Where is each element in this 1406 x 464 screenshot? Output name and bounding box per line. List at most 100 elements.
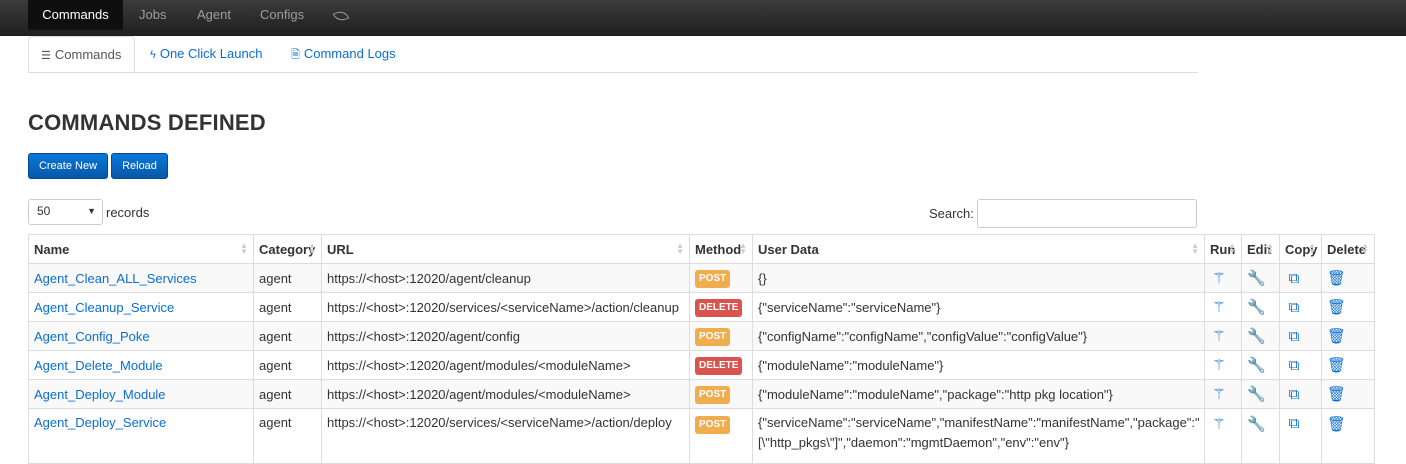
file-icon: 🗎 <box>291 49 300 61</box>
command-name-link[interactable]: Agent_Deploy_Module <box>34 387 166 402</box>
cell-category: agent <box>253 263 322 293</box>
cell-category: agent <box>253 321 322 351</box>
sort-icon: ▲ ▼ <box>240 241 248 256</box>
header-category[interactable]: Category ▲ ▼ <box>253 234 322 264</box>
table-row: Agent_Clean_ALL_Services agent https://<ho… <box>28 263 1375 293</box>
sort-icon: ▲ ▼ <box>739 241 747 256</box>
edit-wrench-icon[interactable]: 🔧 <box>1247 356 1266 374</box>
cell-user-data: {"serviceName":"serviceName","manifestNa… <box>752 408 1205 464</box>
tab-command-logs-label: Command Logs <box>303 46 396 61</box>
nav-jobs[interactable]: Jobs <box>139 0 166 30</box>
copy-icon[interactable]: ⧉ <box>1285 328 1303 345</box>
cell-copy: ⧉ <box>1279 321 1322 351</box>
copy-icon[interactable]: ⧉ <box>1285 386 1303 403</box>
header-url[interactable]: URL ▲ ▼ <box>321 234 690 264</box>
cell-method: POST <box>689 263 753 293</box>
sort-icon: ▲ ▼ <box>1191 241 1199 256</box>
command-name-link[interactable]: Agent_Cleanup_Service <box>34 300 174 315</box>
command-name-link[interactable]: Agent_Clean_ALL_Services <box>34 271 197 286</box>
trash-icon[interactable]: 🗑 <box>1327 269 1346 287</box>
cell-edit: 🔧 <box>1241 263 1280 293</box>
tab-one-click-launch[interactable]: ϟ One Click Launch <box>150 36 262 72</box>
list-icon: ☰ <box>41 50 51 62</box>
cell-delete: 🗑 <box>1321 292 1375 322</box>
command-name-link[interactable]: Agent_Delete_Module <box>34 358 163 373</box>
cell-delete: 🗑 <box>1321 350 1375 380</box>
tab-one-click-launch-label: One Click Launch <box>159 46 263 61</box>
search-label: Search: <box>929 206 974 221</box>
header-method[interactable]: Method ▲ ▼ <box>689 234 753 264</box>
trash-icon[interactable]: 🗑 <box>1327 356 1346 374</box>
edit-wrench-icon[interactable]: 🔧 <box>1247 415 1266 433</box>
method-badge: DELETE <box>695 356 743 375</box>
table-header-row: Name ▲ ▼ Category ▲ ▼ URL ▲ ▼ Method ▲ ▼ User Da… <box>28 234 1375 264</box>
header-name[interactable]: Name ▲ ▼ <box>28 234 254 264</box>
header-delete[interactable]: Delete ▲ ▼ <box>1321 234 1375 264</box>
command-name-link[interactable]: Agent_Config_Poke <box>34 329 150 344</box>
cell-copy: ⧉ <box>1279 350 1322 380</box>
run-wand-icon[interactable]: ⚚ <box>1210 415 1228 433</box>
cell-run: ⚚ <box>1204 408 1242 464</box>
copy-icon[interactable]: ⧉ <box>1285 357 1303 374</box>
table-row: Agent_Deploy_Service agent https://<host>:… <box>28 408 1375 464</box>
command-name-link[interactable]: Agent_Deploy_Service <box>34 415 166 430</box>
header-copy[interactable]: Copy ▲ ▼ <box>1279 234 1322 264</box>
cell-copy: ⧉ <box>1279 292 1322 322</box>
nav-configs[interactable]: Configs <box>260 0 304 30</box>
cell-method: DELETE <box>689 292 753 322</box>
copy-icon[interactable]: ⧉ <box>1285 299 1303 316</box>
method-badge: POST <box>695 385 731 404</box>
copy-icon[interactable]: ⧉ <box>1285 270 1303 287</box>
table-row: Agent_Cleanup_Service agent https://<host>… <box>28 292 1375 322</box>
search-input[interactable] <box>977 199 1197 228</box>
cell-method: POST <box>689 379 753 409</box>
run-wand-icon[interactable]: ⚚ <box>1210 327 1228 345</box>
run-wand-icon[interactable]: ⚚ <box>1210 356 1228 374</box>
edit-wrench-icon[interactable]: 🔧 <box>1247 327 1266 345</box>
bolt-icon: ϟ <box>150 49 156 61</box>
cell-url: https://<host>:12020/agent/config <box>321 321 690 351</box>
sort-icon: ▲ ▼ <box>1361 241 1369 256</box>
page-size-select[interactable]: 50 ▼ <box>28 199 103 225</box>
cell-name: Agent_Cleanup_Service <box>28 292 254 322</box>
cell-run: ⚚ <box>1204 350 1242 380</box>
cell-run: ⚚ <box>1204 321 1242 351</box>
cell-url: https://<host>:12020/services/<serviceNa… <box>321 292 690 322</box>
cell-url: https://<host>:12020/services/<serviceNa… <box>321 408 690 464</box>
records-label: records <box>106 205 150 220</box>
cell-category: agent <box>253 350 322 380</box>
edit-wrench-icon[interactable]: 🔧 <box>1247 269 1266 287</box>
trash-icon[interactable]: 🗑 <box>1327 298 1346 316</box>
cell-method: POST <box>689 321 753 351</box>
edit-wrench-icon[interactable]: 🔧 <box>1247 298 1266 316</box>
tab-command-logs[interactable]: 🗎 Command Logs <box>291 36 396 72</box>
cell-method: DELETE <box>689 350 753 380</box>
run-wand-icon[interactable]: ⚚ <box>1210 269 1228 287</box>
cell-delete: 🗑 <box>1321 379 1375 409</box>
trash-icon[interactable]: 🗑 <box>1327 327 1346 345</box>
create-new-button[interactable]: Create New <box>28 153 108 179</box>
cell-run: ⚚ <box>1204 263 1242 293</box>
top-navbar: Commands Jobs Agent Configs <box>0 0 1406 36</box>
cell-method: POST <box>689 408 753 464</box>
run-wand-icon[interactable]: ⚚ <box>1210 385 1228 403</box>
copy-icon[interactable]: ⧉ <box>1285 415 1303 432</box>
cell-copy: ⧉ <box>1279 263 1322 293</box>
nav-agent[interactable]: Agent <box>197 0 231 30</box>
page-title: COMMANDS DEFINED <box>28 110 266 135</box>
trash-icon[interactable]: 🗑 <box>1327 415 1346 433</box>
cell-user-data: {"serviceName":"serviceName"} <box>752 292 1205 322</box>
header-edit[interactable]: Edit ▲ ▼ <box>1241 234 1280 264</box>
trash-icon[interactable]: 🗑 <box>1327 385 1346 403</box>
header-user-data[interactable]: User Data ▲ ▼ <box>752 234 1205 264</box>
table-row: Agent_Config_Poke agent https://<host>:120… <box>28 321 1375 351</box>
nav-commands[interactable]: Commands <box>28 0 123 30</box>
reload-button[interactable]: Reload <box>111 153 168 179</box>
tab-commands[interactable]: ☰ Commands <box>28 36 135 72</box>
table-row: Agent_Deploy_Module agent https://<host>:1… <box>28 379 1375 409</box>
run-wand-icon[interactable]: ⚚ <box>1210 298 1228 316</box>
cell-edit: 🔧 <box>1241 321 1280 351</box>
nav-leaf[interactable] <box>332 0 350 30</box>
edit-wrench-icon[interactable]: 🔧 <box>1247 385 1266 403</box>
header-run[interactable]: Run ▲ ▼ <box>1204 234 1242 264</box>
